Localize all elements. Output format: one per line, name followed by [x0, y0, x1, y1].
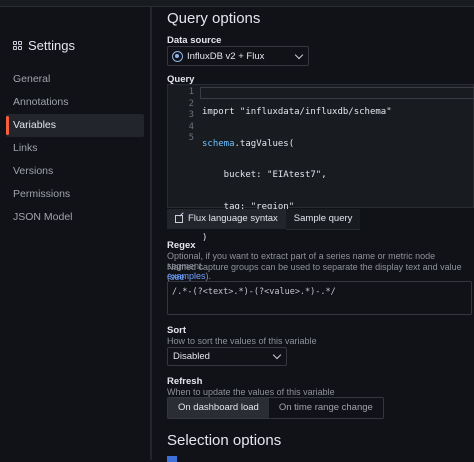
regex-description-line-3: examples).	[167, 271, 211, 281]
data-source-select[interactable]: InfluxDB v2 + Flux	[167, 46, 309, 66]
selection-options-title: Selection options	[167, 432, 282, 449]
settings-title: Settings	[28, 38, 75, 53]
data-source-label: Data source	[167, 35, 222, 46]
refresh-on-time-range-change[interactable]: On time range change	[269, 398, 383, 418]
line-number: 4	[188, 121, 194, 132]
tab-label: Flux language syntax	[188, 213, 278, 224]
query-options-title: Query options	[167, 10, 261, 27]
regex-label: Regex	[167, 240, 196, 251]
sort-description: How to sort the values of this variable	[167, 336, 317, 346]
checkbox[interactable]	[167, 456, 177, 462]
variable-editor: Query options Data source InfluxDB v2 + …	[167, 0, 474, 462]
code-line: bucket: "EIAtest7",	[202, 170, 327, 180]
code-keyword: schema	[202, 138, 235, 149]
code-line: schema.tagValues(	[202, 138, 295, 149]
sidebar-item-variables[interactable]: Variables	[6, 114, 144, 137]
regex-description-line-2: Named capture groups can be used to sepa…	[167, 262, 474, 282]
sidebar-item-general[interactable]: General	[6, 68, 144, 91]
tab-flux-language-syntax[interactable]: Flux language syntax	[167, 209, 286, 229]
sidebar-divider	[150, 7, 152, 460]
chevron-down-icon	[272, 350, 282, 360]
code-line: )	[202, 233, 208, 243]
sidebar-item-annotations[interactable]: Annotations	[6, 91, 144, 114]
influxdb-logo-icon	[172, 50, 183, 62]
sort-label: Sort	[167, 325, 186, 336]
line-number: 1	[188, 87, 194, 97]
code-content: import "influxdata/influxdb/schema" sche…	[202, 87, 392, 265]
line-number: 5	[188, 133, 194, 143]
query-editor[interactable]: 1 2 3 4 5 import "influxdata/influxdb/sc…	[167, 84, 474, 243]
line-number: 2	[188, 98, 194, 109]
sort-value: Disabled	[173, 351, 210, 362]
sidebar-item-permissions[interactable]: Permissions	[6, 183, 144, 206]
sort-select[interactable]: Disabled	[167, 347, 287, 366]
query-help-tabs: Flux language syntax Sample query	[167, 209, 361, 230]
settings-nav: General Annotations Variables Links Vers…	[6, 68, 144, 229]
line-number: 3	[188, 110, 194, 120]
refresh-label: Refresh	[167, 376, 203, 387]
regex-description-text: Named capture groups can be used to sepa…	[167, 262, 462, 282]
external-link-icon	[175, 215, 183, 223]
settings-sidebar: Settings General Annotations Variables L…	[0, 7, 150, 460]
tab-sample-query[interactable]: Sample query	[285, 209, 361, 230]
sidebar-item-json-model[interactable]: JSON Model	[6, 206, 144, 229]
dashboard-grid-icon	[13, 41, 22, 50]
refresh-radio-group: On dashboard load On time range change	[167, 397, 384, 419]
examples-link[interactable]: examples	[167, 271, 206, 281]
settings-heading: Settings	[13, 38, 75, 53]
sidebar-item-versions[interactable]: Versions	[6, 160, 144, 183]
data-source-value: InfluxDB v2 + Flux	[187, 50, 265, 62]
chevron-down-icon	[294, 50, 304, 60]
refresh-on-dashboard-load[interactable]: On dashboard load	[168, 398, 269, 418]
regex-input[interactable]: /.*-(?<text>.*)-(?<value>.*)-.*/	[167, 281, 472, 315]
refresh-description: When to update the values of this variab…	[167, 387, 335, 397]
regex-description-tail: ).	[205, 271, 212, 281]
line-numbers: 1 2 3 4 5	[168, 87, 194, 145]
sidebar-item-links[interactable]: Links	[6, 137, 144, 160]
code-line: import "influxdata/influxdb/schema"	[202, 107, 392, 117]
